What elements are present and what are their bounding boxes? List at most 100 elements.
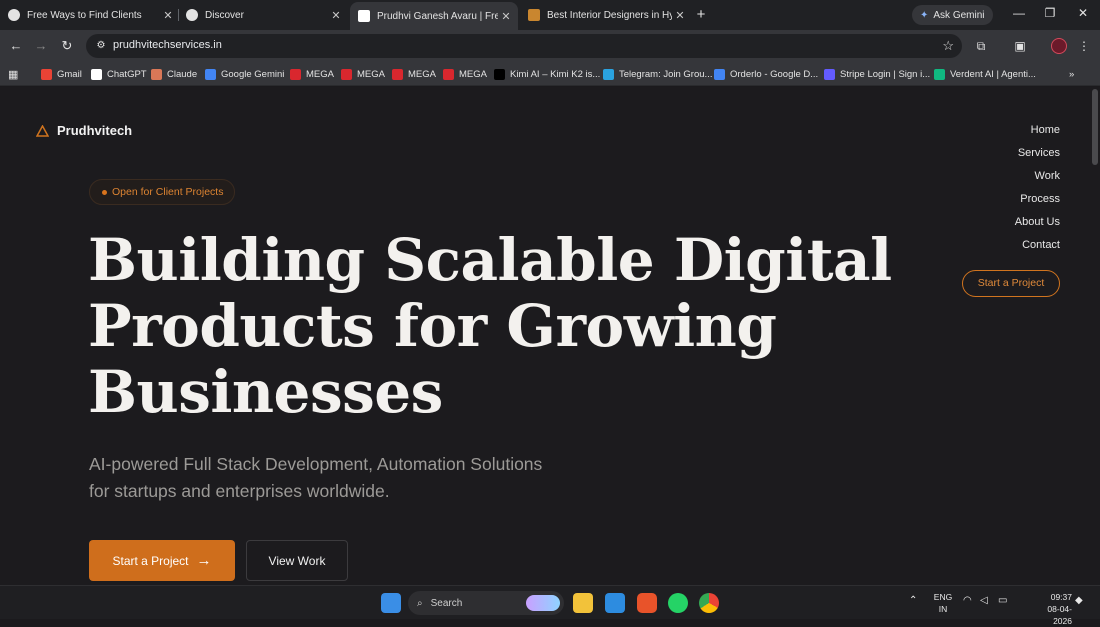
arrow-right-icon: → — [196, 552, 212, 569]
stripe-icon — [824, 68, 835, 80]
nav-home[interactable]: Home — [1015, 124, 1060, 147]
bookmark-item[interactable]: ChatGPT — [91, 66, 147, 82]
extensions-icon[interactable]: ⧉ — [973, 38, 989, 54]
nav-work[interactable]: Work — [1015, 170, 1060, 193]
tray-chevron-icon[interactable]: ⌃ — [909, 595, 917, 606]
taskbar-search[interactable]: ⌕ Search — [408, 591, 564, 615]
ask-gemini-button[interactable]: ✦ Ask Gemini — [912, 5, 993, 25]
claude-icon — [151, 68, 162, 80]
reload-icon[interactable]: ↻ — [58, 37, 76, 55]
new-tab-button[interactable]: + — [693, 6, 709, 23]
tab-title: Best Interior Designers in Hyde — [547, 9, 672, 21]
close-tab-icon[interactable]: ✕ — [328, 9, 344, 22]
close-tab-icon[interactable]: ✕ — [498, 10, 514, 23]
tab-title: Discover — [205, 9, 244, 21]
start-project-button[interactable]: Start a Project → — [89, 540, 235, 581]
discover-icon — [186, 9, 198, 21]
battery-icon[interactable]: ▭ — [998, 595, 1007, 606]
nav-start-project-button[interactable]: Start a Project — [962, 270, 1060, 297]
bookmark-item[interactable]: Telegram: Join Grou... — [603, 66, 712, 82]
bookmark-label: MEGA — [357, 68, 385, 80]
tab-interior[interactable]: Best Interior Designers in Hyde ✕ — [528, 4, 688, 26]
system-clock[interactable]: 09:37 08-04-2026 — [1040, 591, 1072, 627]
nav-process[interactable]: Process — [1015, 193, 1060, 216]
close-tab-icon[interactable]: ✕ — [672, 9, 688, 22]
profile-avatar[interactable] — [1051, 38, 1067, 54]
bookmark-item[interactable]: MEGA — [443, 66, 487, 82]
headline-line-2: Products for Growing — [88, 292, 777, 360]
bookmark-label: Orderlo - Google D... — [730, 68, 819, 80]
scrollbar[interactable] — [1092, 89, 1098, 165]
bookmark-item[interactable]: Stripe Login | Sign i... — [824, 66, 930, 82]
bookmark-item[interactable]: Gmail — [41, 66, 82, 82]
forward-arrow-icon[interactable]: → — [32, 37, 50, 55]
view-work-button[interactable]: View Work — [246, 540, 348, 581]
browser-toolbar: ← → ↻ ⚙ prudhvitechservices.in ☆ ⧉ ▣ ⋮ — [0, 30, 1100, 62]
bookmark-label: Claude — [167, 68, 198, 80]
close-tab-icon[interactable]: ✕ — [160, 9, 176, 22]
badge-label: Open for Client Projects — [112, 186, 224, 198]
vscode-icon[interactable] — [605, 593, 625, 613]
bookmark-item[interactable]: MEGA — [341, 66, 385, 82]
bookmark-item[interactable]: MEGA — [392, 66, 436, 82]
bookmark-item[interactable]: Google Gemini — [205, 66, 284, 82]
mega-icon — [443, 68, 454, 80]
search-icon: ⌕ — [417, 597, 423, 609]
subtitle-line-1: AI-powered Full Stack Development, Autom… — [89, 454, 543, 474]
lang-line-2: IN — [938, 604, 948, 614]
bookmark-label: Google Gemini — [221, 68, 285, 80]
bookmark-label: Verdent AI | Agenti... — [950, 68, 1036, 80]
interior-icon — [528, 9, 540, 21]
search-highlight-icon — [526, 595, 560, 611]
hero-subtitle: AI-powered Full Stack Development, Autom… — [89, 451, 542, 505]
notification-icon[interactable]: ◆ — [1075, 595, 1083, 606]
whatsapp-icon[interactable] — [668, 593, 688, 613]
triangle-logo-icon — [358, 10, 370, 22]
telegram-icon — [603, 68, 614, 80]
side-panel-icon[interactable]: ▣ — [1012, 38, 1028, 54]
chrome-icon[interactable] — [699, 593, 719, 613]
tab-prudhvi[interactable]: Prudhvi Ganesh Avaru | Freelan ✕ — [350, 2, 518, 30]
bookmark-item[interactable]: Verdent AI | Agenti... — [934, 66, 1036, 82]
more-menu-icon[interactable]: ⋮ — [1076, 38, 1092, 54]
apps-grid-icon[interactable]: ▦ — [8, 66, 18, 82]
address-bar[interactable]: ⚙ prudhvitechservices.in ☆ — [86, 34, 962, 58]
mega-icon — [392, 68, 403, 80]
nav-services[interactable]: Services — [1015, 147, 1060, 170]
windows-start-icon[interactable] — [381, 593, 401, 613]
volume-icon[interactable]: ◁ — [980, 595, 988, 606]
main-nav: Home Services Work Process About Us Cont… — [1015, 124, 1060, 262]
verdent-icon — [934, 68, 945, 80]
subtitle-line-2: for startups and enterprises worldwide. — [89, 481, 390, 501]
mega-icon — [341, 68, 352, 80]
nav-contact[interactable]: Contact — [1015, 239, 1060, 262]
gemini-icon — [205, 68, 216, 80]
nav-about-us[interactable]: About Us — [1015, 216, 1060, 239]
back-arrow-icon[interactable]: ← — [7, 37, 25, 55]
bookmark-item[interactable]: MEGA — [290, 66, 334, 82]
chatgpt-icon — [91, 68, 102, 80]
windows-taskbar: ⌕ Search ⌃ ENG IN ◠ ◁ ▭ 09:37 08-04-2026… — [0, 585, 1100, 626]
kimi-icon — [494, 68, 505, 80]
language-indicator[interactable]: ENG IN — [932, 591, 954, 615]
bookmark-item[interactable]: Kimi AI – Kimi K2 is... — [494, 66, 600, 82]
minimize-icon[interactable]: — — [1010, 6, 1028, 20]
site-brand[interactable]: Prudhvitech — [36, 123, 132, 138]
bookmark-item[interactable]: Claude — [151, 66, 197, 82]
site-info-icon[interactable]: ⚙ — [94, 39, 108, 53]
status-dot-icon — [102, 190, 107, 195]
bookmark-star-icon[interactable]: ☆ — [942, 38, 954, 54]
bookmark-label: Stripe Login | Sign i... — [840, 68, 931, 80]
start-project-label: Start a Project — [112, 553, 189, 568]
file-explorer-icon[interactable] — [573, 593, 593, 613]
tab-discover[interactable]: Discover ✕ — [186, 4, 344, 26]
mega-icon — [290, 68, 301, 80]
wifi-icon[interactable]: ◠ — [963, 595, 972, 606]
bookmark-item[interactable]: Orderlo - Google D... — [714, 66, 818, 82]
restore-icon[interactable]: ❐ — [1041, 6, 1059, 20]
hero-headline: Building Scalable Digital Products for G… — [88, 227, 892, 425]
more-bookmarks-icon[interactable]: » — [1069, 66, 1074, 82]
brave-icon[interactable] — [637, 593, 657, 613]
tab-free-ways[interactable]: Free Ways to Find Clients ✕ — [8, 4, 176, 26]
close-window-icon[interactable]: ✕ — [1074, 6, 1092, 20]
